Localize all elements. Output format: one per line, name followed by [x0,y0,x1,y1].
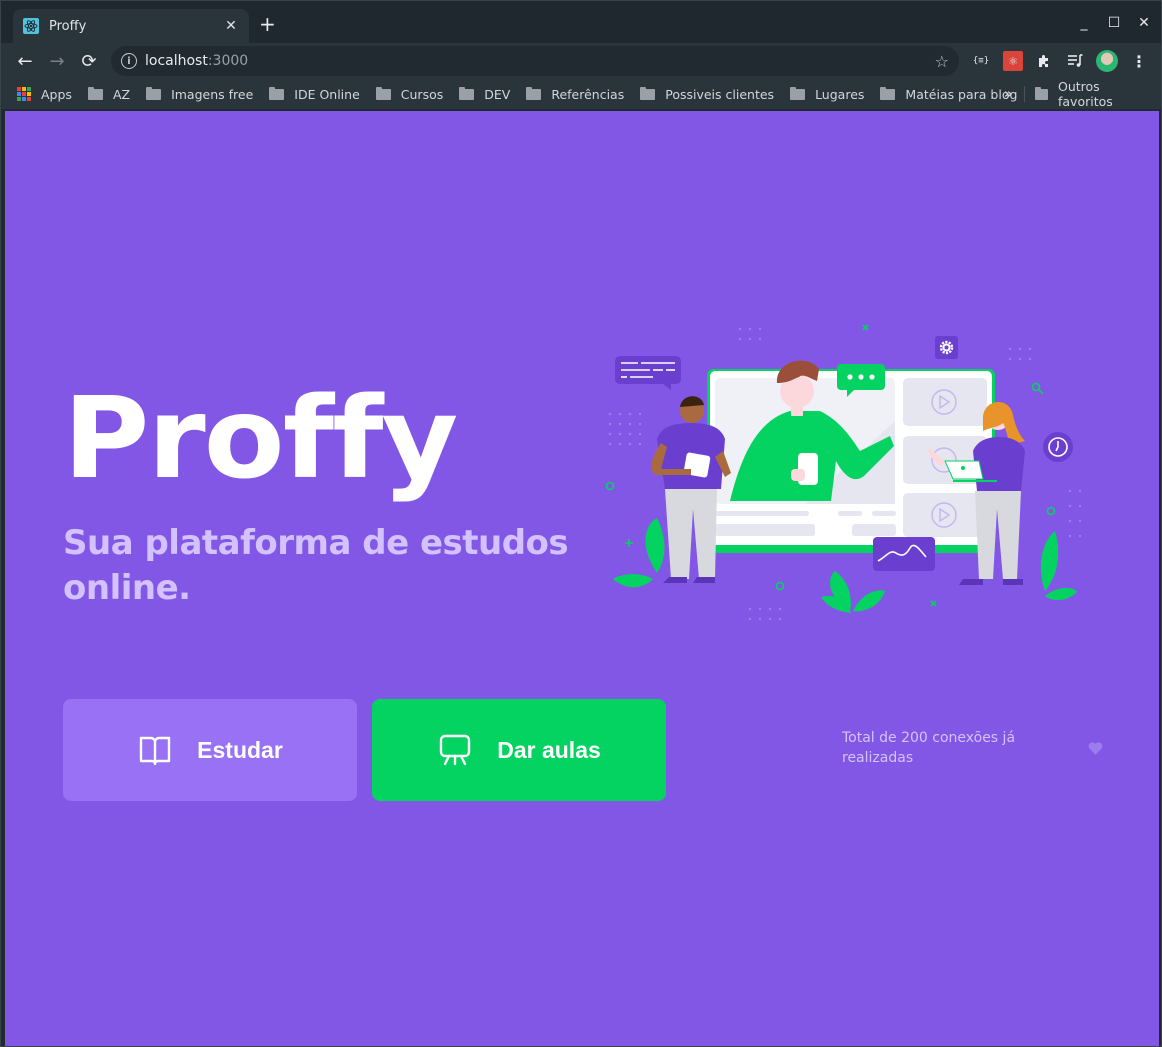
window-controls: _ ☐ ✕ [1077,15,1151,31]
bookmark-folder[interactable]: Cursos [375,86,444,102]
url-text[interactable]: localhost:3000 [145,53,935,69]
bookmark-folder[interactable]: Lugares [790,86,865,102]
folder-icon [375,86,391,100]
tab-title: Proffy [49,18,87,34]
bookmark-label: Imagens free [171,86,254,102]
bookmark-star-icon[interactable]: ☆ [935,52,949,71]
bookmark-folder[interactable]: Referências [526,86,625,102]
tab-strip: Proffy ✕ + _ ☐ ✕ [1,1,1161,43]
bookmark-folder[interactable]: Matéias para blog [880,86,1018,102]
site-info-icon[interactable]: i [121,53,137,69]
study-button-label: Estudar [197,736,283,763]
bookmark-label: Lugares [815,86,865,102]
profile-avatar[interactable] [1096,50,1118,72]
json-viewer-icon[interactable]: {≡} [971,51,991,71]
react-devtools-icon[interactable]: ⚛ [1003,51,1023,71]
proffy-logo: Proffy [63,372,458,504]
folder-icon [790,86,806,100]
bookmarks-bar: Apps AZ Imagens free IDE Online Cursos D… [1,79,1161,109]
presentation-easel-icon [440,734,471,766]
url-port: :3000 [207,53,249,69]
minimize-button[interactable]: _ [1077,15,1091,31]
bookmark-folder[interactable]: DEV [459,86,511,102]
extensions-puzzle-icon[interactable] [1034,51,1054,71]
bookmark-label: IDE Online [294,86,360,102]
apps-grid-icon [17,87,31,101]
book-open-icon [139,736,171,766]
tab-close-icon[interactable]: ✕ [223,18,239,34]
bookmark-label: Possiveis clientes [665,86,775,102]
bookmark-label: Cursos [400,86,444,102]
media-control-icon[interactable] [1065,51,1085,71]
bookmark-apps[interactable]: Apps [17,87,72,102]
heart-icon [1088,742,1103,755]
url-host: localhost [145,53,208,69]
bookmarks-overflow-button[interactable]: » [1004,79,1012,109]
folder-icon [526,86,542,100]
reload-button[interactable]: ⟳ [73,51,105,72]
bookmark-folder[interactable]: Imagens free [146,86,254,102]
close-window-button[interactable]: ✕ [1137,15,1151,31]
new-tab-button[interactable]: + [259,14,276,34]
teach-button-label: Dar aulas [497,736,601,763]
tagline: Sua plataforma de estudos online. [63,523,569,608]
teach-button[interactable]: Dar aulas [372,699,666,801]
bookmark-label: DEV [484,86,511,102]
folder-icon [459,86,475,100]
bookmark-label: Outros favoritos [1058,79,1113,109]
bookmark-label: Referências [551,86,625,102]
back-button[interactable]: ← [9,51,41,72]
folder-icon [880,86,896,100]
maximize-button[interactable]: ☐ [1107,15,1121,31]
browser-tab[interactable]: Proffy ✕ [13,9,249,43]
bookmark-folder[interactable]: AZ [87,86,131,102]
landing-page: Proffy Sua plataforma de estudos online. [5,111,1159,1046]
bookmarks-divider [1024,86,1025,102]
menu-kebab-icon[interactable]: ⋮ [1129,51,1149,71]
bookmark-folder[interactable]: IDE Online [269,86,360,102]
folder-icon [87,86,103,100]
folder-icon [269,86,285,100]
hero-illustration [605,324,1082,621]
folder-icon [640,86,656,100]
total-connections: Total de 200 conexões já realizadas [842,730,1016,766]
bookmark-label: Apps [41,86,72,102]
browser-toolbar: ← → ⟳ i localhost:3000 ☆ {≡} ⚛ ⋮ [1,43,1161,79]
bookmark-label: Matéias para blog [905,86,1018,102]
bookmark-label: AZ [112,86,131,102]
other-bookmarks-folder[interactable]: Outros favoritos [1035,79,1145,109]
folder-icon [146,86,162,100]
address-bar[interactable]: i localhost:3000 ☆ [111,46,959,76]
browser-window: Proffy ✕ + _ ☐ ✕ ← → ⟳ i localhost:3000 … [0,0,1162,1047]
study-button[interactable]: Estudar [63,699,357,801]
bookmark-folder[interactable]: Possiveis clientes [640,86,775,102]
forward-button[interactable]: → [41,51,73,72]
folder-icon [1035,86,1048,100]
react-atom-icon [23,18,39,34]
